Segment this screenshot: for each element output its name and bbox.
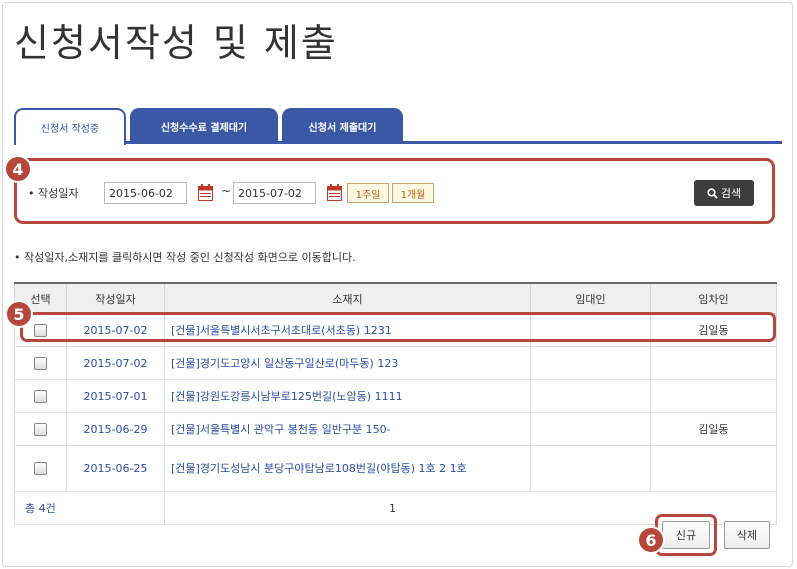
row-date-link[interactable]: 2015-07-02 xyxy=(66,346,165,380)
search-button-label: 검색 xyxy=(720,187,742,200)
row-address-link[interactable]: [건물]서울특별시서초구서초대로(서초동) 1231 xyxy=(164,313,531,347)
row-date-link[interactable]: 2015-07-01 xyxy=(66,379,165,413)
tab-payment-pending[interactable]: 신청수수료 결제대기 xyxy=(130,108,278,144)
start-date-input[interactable] xyxy=(104,182,187,204)
row-checkbox[interactable] xyxy=(34,356,47,370)
row-address-link[interactable]: [건물]경기도고양시 일산동구일산로(마두동) 123 xyxy=(164,346,531,380)
search-date-label-text: 작성일자 xyxy=(38,187,79,200)
row-lessee xyxy=(650,346,777,380)
row-lessor xyxy=(530,445,651,492)
row-date-link[interactable]: 2015-06-25 xyxy=(66,445,165,492)
row-select-cell xyxy=(14,346,67,380)
row-lessee xyxy=(650,445,777,492)
date-range-separator: ~ xyxy=(221,184,232,198)
total-count: 총 4건 xyxy=(14,491,165,525)
step-badge-6: 6 xyxy=(637,526,665,554)
one-month-button[interactable]: 1개월 xyxy=(392,183,434,203)
table-header-row: 선택 작성일자 소재지 임대인 임차인 xyxy=(14,282,777,314)
calendar-icon[interactable] xyxy=(198,184,213,201)
row-select-cell xyxy=(14,379,67,413)
row-lessor xyxy=(530,412,651,446)
notice-text: • 작성일자,소재지를 클릭하시면 작성 중인 신청작성 화면으로 이동합니다. xyxy=(14,251,356,264)
header-date: 작성일자 xyxy=(66,282,165,314)
row-lessor xyxy=(530,346,651,380)
search-button[interactable]: 검색 xyxy=(694,180,754,206)
new-button[interactable]: 신규 xyxy=(662,521,710,549)
step-badge-5: 5 xyxy=(5,300,33,328)
one-week-button[interactable]: 1주일 xyxy=(347,183,389,203)
end-date-input[interactable] xyxy=(233,182,316,204)
row-lessee: 김일동 xyxy=(650,313,777,347)
row-checkbox[interactable] xyxy=(34,389,47,403)
search-date-label: • 작성일자 xyxy=(28,187,79,200)
row-lessor xyxy=(530,379,651,413)
table-row: 2015-07-02 [건물]서울특별시서초구서초대로(서초동) 1231 김일… xyxy=(14,313,777,347)
table-row: 2015-06-29 [건물]서울특별시 관악구 봉천동 일반구분 150- 김… xyxy=(14,412,777,446)
header-lessee: 임차인 xyxy=(650,282,777,314)
row-lessee: 김일동 xyxy=(650,412,777,446)
row-checkbox[interactable] xyxy=(34,323,47,337)
search-icon xyxy=(707,187,718,199)
row-checkbox[interactable] xyxy=(34,462,47,476)
calendar-icon[interactable] xyxy=(327,184,342,201)
tab-submit-pending[interactable]: 신청서 제출대기 xyxy=(282,108,403,144)
row-select-cell xyxy=(14,445,67,492)
row-address-link[interactable]: [건물]서울특별시 관악구 봉천동 일반구분 150- xyxy=(164,412,531,446)
notice-message: 작성일자,소재지를 클릭하시면 작성 중인 신청작성 화면으로 이동합니다. xyxy=(24,251,356,264)
tab-bar: 신청서 작성중 신청수수료 결제대기 신청서 제출대기 xyxy=(14,104,782,145)
row-date-link[interactable]: 2015-06-29 xyxy=(66,412,165,446)
delete-button[interactable]: 삭제 xyxy=(724,521,770,549)
table-row: 2015-07-02 [건물]경기도고양시 일산동구일산로(마두동) 123 xyxy=(14,346,777,380)
row-address-link[interactable]: [건물]경기도성남시 분당구야탑남로108번길(야탑동) 1호 2 1호 xyxy=(164,445,531,492)
step-badge-4: 4 xyxy=(4,155,32,183)
row-lessor xyxy=(530,313,651,347)
header-lessor: 임대인 xyxy=(530,282,651,314)
row-checkbox[interactable] xyxy=(34,422,47,436)
row-date-link[interactable]: 2015-07-02 xyxy=(66,313,165,347)
table-row: 2015-06-25 [건물]경기도성남시 분당구야탑남로108번길(야탑동) … xyxy=(14,445,777,492)
row-address-link[interactable]: [건물]강원도강릉시남부로125번길(노암동) 1111 xyxy=(164,379,531,413)
page-title: 신청서작성 및 제출 xyxy=(14,21,338,65)
header-address: 소재지 xyxy=(164,282,531,314)
row-select-cell xyxy=(14,412,67,446)
tab-in-progress[interactable]: 신청서 작성중 xyxy=(14,108,126,145)
row-lessee xyxy=(650,379,777,413)
application-table: 선택 작성일자 소재지 임대인 임차인 2015-07-02 [건물]서울특별시… xyxy=(14,282,777,525)
table-row: 2015-07-01 [건물]강원도강릉시남부로125번길(노암동) 1111 xyxy=(14,379,777,413)
